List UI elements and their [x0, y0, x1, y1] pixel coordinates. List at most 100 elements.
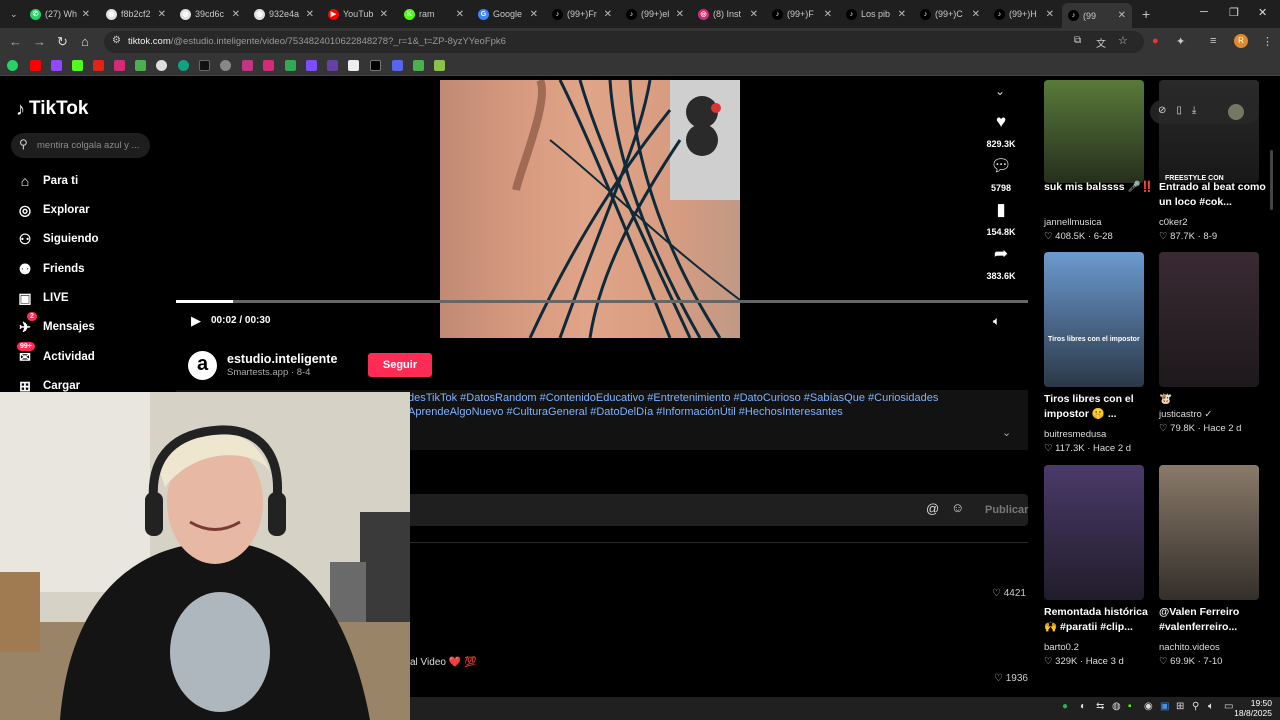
site-info-icon[interactable]: ⚙	[112, 35, 121, 46]
comment-like-1[interactable]: ♡ 4421	[992, 588, 1026, 599]
follow-button[interactable]: Seguir	[368, 353, 432, 377]
twitch-bookmark-icon[interactable]	[51, 60, 62, 71]
video-card-title[interactable]: Tiros libres con el impostor 🤫 ...	[1044, 392, 1154, 422]
video-card-title[interactable]: Remontada histórica 🙌 #paratii #clip...	[1044, 605, 1154, 635]
share-button[interactable]: ➦ 383.6K	[981, 244, 1021, 284]
chatgpt-bookmark-icon[interactable]	[178, 60, 189, 71]
video-thumbnail[interactable]	[1159, 252, 1259, 387]
emoji-icon[interactable]: ☺	[951, 500, 964, 515]
menu-kebab-icon[interactable]: ⋮	[1262, 35, 1273, 48]
search-input[interactable]: ⚲ mentira colgala azul y ...	[11, 133, 150, 158]
extensions-puzzle-icon[interactable]: ✦	[1176, 35, 1185, 48]
browser-tab[interactable]: G Google ✕	[472, 3, 544, 25]
save-button[interactable]: ▮ 154.8K	[981, 200, 1021, 240]
hashtags-line-2[interactable]: AprendeAlgoNuevo #CulturaGeneral #DatoDe…	[408, 406, 843, 418]
sidebar-item-explorar[interactable]: ◎ Explorar	[16, 199, 90, 221]
tray-icon-6[interactable]: ⊞	[1176, 701, 1184, 712]
tab-close-icon[interactable]: ✕	[380, 9, 388, 20]
video-thumbnail[interactable]	[1159, 80, 1259, 183]
bookmark-w-icon[interactable]	[413, 60, 424, 71]
bookmark-pink-icon[interactable]	[242, 60, 253, 71]
sidebar-item-para-ti[interactable]: ⌂ Para ti	[16, 170, 78, 192]
browser-tab[interactable]: ♪ (99+)Fr ✕	[546, 3, 618, 25]
sidebar-item-siguiendo[interactable]: ⚇ Siguiendo	[16, 228, 99, 250]
video-card-user[interactable]: justicastro ✓	[1159, 409, 1212, 420]
sidebar-item-live[interactable]: ▣ LIVE	[16, 287, 68, 309]
video-card-user[interactable]: jannellmusica	[1044, 217, 1102, 228]
maps-bookmark-icon[interactable]	[285, 60, 296, 71]
spotify-tray-icon[interactable]: ●	[1062, 701, 1068, 712]
tab-close-icon[interactable]: ✕	[972, 9, 980, 20]
tiktok-bookmark-icon[interactable]	[199, 60, 210, 71]
tab-close-icon[interactable]: ✕	[232, 9, 240, 20]
tray-icon-7[interactable]: ⚲	[1192, 701, 1199, 712]
media-control-icon[interactable]: ≡	[1210, 35, 1216, 47]
video-thumbnail[interactable]	[1044, 252, 1144, 387]
address-bar[interactable]: ⚙ tiktok.com/@estudio.inteligente/video/…	[104, 31, 1144, 53]
tray-icon-1[interactable]: ◐	[1080, 701, 1086, 712]
browser-tab[interactable]: ♪ (99+)C ✕	[914, 3, 986, 25]
network-tray-icon[interactable]: ▭	[1224, 701, 1233, 712]
sidebar-item-friends[interactable]: ⚉ Friends	[16, 258, 85, 280]
close-window-button[interactable]: ✕	[1258, 6, 1267, 19]
video-thumbnail[interactable]	[1044, 80, 1144, 183]
browser-tab[interactable]: ♪ Los pib ✕	[840, 3, 912, 25]
extension-icon[interactable]: ●	[1152, 35, 1159, 47]
browser-tab[interactable]: Kram ✕	[398, 3, 470, 25]
comment-button[interactable]: 💬︎ 5798	[981, 156, 1021, 196]
tab-close-icon[interactable]: ✕	[530, 9, 538, 20]
browser-tab[interactable]: ♪ (99+)el ✕	[620, 3, 690, 25]
x-bookmark-icon[interactable]	[370, 60, 381, 71]
adobe-bookmark-icon[interactable]	[348, 60, 359, 71]
video-thumbnail[interactable]	[1159, 465, 1259, 600]
volume-icon[interactable]: 🔈︎	[993, 314, 1000, 329]
video-card-user[interactable]: barto0.2	[1044, 642, 1079, 653]
restore-button[interactable]: ❐	[1229, 6, 1239, 19]
scrollbar[interactable]	[1270, 150, 1273, 210]
video-card-title[interactable]: 🐮	[1159, 392, 1269, 407]
reload-button[interactable]: ↻	[57, 34, 68, 50]
video-card-title[interactable]: @Valen Ferreiro #valenferreiro...	[1159, 605, 1269, 635]
bookmark-star-icon[interactable]: ☆	[1118, 34, 1128, 47]
bookmark-lime-icon[interactable]	[434, 60, 445, 71]
clock[interactable]: 19:50 18/8/2025	[1234, 698, 1272, 718]
whatsapp-bookmark-icon[interactable]	[7, 60, 18, 71]
tiktok-logo[interactable]: ♪ TikTok	[16, 98, 88, 120]
discord-tray-icon[interactable]: ◍	[1112, 701, 1121, 712]
chevron-down-icon[interactable]: ⌄	[995, 84, 1005, 98]
github-bookmark-icon[interactable]	[156, 60, 167, 71]
mini-player-avatar[interactable]	[1228, 104, 1244, 120]
browser-tab[interactable]: ◍ 39cd6c ✕	[174, 3, 246, 25]
forward-button[interactable]: →	[33, 34, 46, 49]
tray-icon-3[interactable]: ▪	[1128, 701, 1132, 712]
bookmark-gray-icon[interactable]	[220, 60, 231, 71]
minimize-button[interactable]: ─	[1200, 6, 1208, 18]
video-thumbnail[interactable]	[1044, 465, 1144, 600]
hashtags-line-1[interactable]: desTikTok #DatosRandom #ContenidoEducati…	[408, 392, 938, 404]
publish-button[interactable]: Publicar	[985, 504, 1028, 516]
tab-close-icon[interactable]: ✕	[456, 9, 464, 20]
browser-tab[interactable]: ✆ (27) Wh ✕	[24, 3, 96, 25]
instagram-bookmark-icon[interactable]	[114, 60, 125, 71]
translate-icon[interactable]: 文	[1096, 35, 1106, 50]
video-card-title[interactable]: suk mis balssss 🎤‼️	[1044, 180, 1154, 195]
bookmark-red-icon[interactable]	[93, 60, 104, 71]
browser-tab[interactable]: ♪ (99+)H ✕	[988, 3, 1060, 25]
tab-close-icon[interactable]: ✕	[824, 9, 832, 20]
play-icon[interactable]: ▶	[191, 313, 201, 329]
tab-close-icon[interactable]: ✕	[604, 9, 612, 20]
tab-close-icon[interactable]: ✕	[1046, 9, 1054, 20]
tab-search-button[interactable]: ⌄	[4, 3, 20, 25]
tray-icon-4[interactable]: ◉	[1144, 701, 1153, 712]
browser-tab[interactable]: ◍ f8b2cf2 ✕	[100, 3, 172, 25]
like-button[interactable]: ♥ 829.3K	[981, 112, 1021, 152]
video-card-user[interactable]: c0ker2	[1159, 217, 1188, 228]
tab-close-icon[interactable]: ✕	[750, 9, 758, 20]
tray-icon-2[interactable]: ⇆	[1096, 701, 1104, 712]
youtube-bookmark-icon[interactable]	[30, 60, 41, 71]
kick-bookmark-icon[interactable]	[72, 60, 83, 71]
tab-close-icon[interactable]: ✕	[306, 9, 314, 20]
video-card-user[interactable]: nachito.videos	[1159, 642, 1220, 653]
author-name[interactable]: estudio.inteligente	[227, 352, 337, 366]
bookmark-violet-icon[interactable]	[327, 60, 338, 71]
